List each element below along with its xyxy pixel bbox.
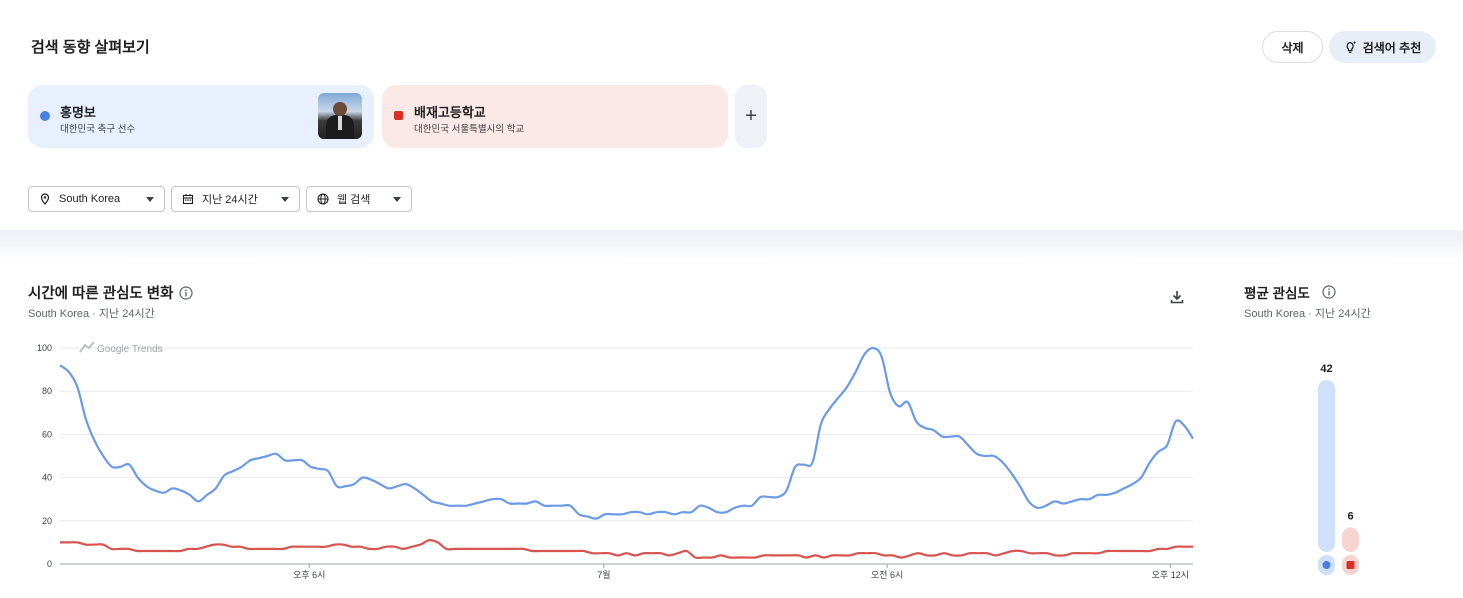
term-2-name: 배재고등학교 (414, 105, 486, 120)
average-interest-subtitle: South Korea · 지난 24시간 (1244, 308, 1371, 320)
section-divider (0, 230, 1463, 260)
term-2-description: 대한민국 서울특별시의 학교 (414, 124, 525, 135)
series-line-2 (59, 539, 1193, 560)
x-tick-label: 오후 12시 (1152, 570, 1189, 580)
location-pin-icon (40, 193, 50, 205)
search-term-card-2[interactable]: 배재고등학교 대한민국 서울특별시의 학교 (382, 85, 728, 148)
interest-over-time-title: 시간에 따른 관심도 변화 (28, 286, 174, 302)
chevron-down-icon (393, 196, 401, 202)
suggest-terms-button[interactable]: 검색어 추천 (1329, 31, 1436, 63)
download-icon[interactable] (1169, 289, 1185, 305)
calendar-icon (182, 194, 194, 205)
x-tick-label: 오전 6시 (871, 570, 903, 580)
trends-explore-page: 검색 동향 살펴보기 삭제 검색어 추천 홍명보 대한민국 축구 선수 배재고등… (0, 0, 1463, 598)
time-filter[interactable]: 지난 24시간 (171, 186, 300, 212)
info-icon[interactable] (1322, 285, 1336, 299)
term-2-marker (1346, 561, 1355, 569)
info-icon[interactable] (179, 286, 193, 300)
x-tick-label: 오후 6시 (293, 570, 325, 580)
interest-over-time-chart[interactable]: 0 20 40 60 80 100 Google Trends 오후 6시 7월 오전 6시 오… (0, 330, 1210, 598)
watermark-text: Google Trends (97, 344, 163, 355)
interest-over-time-subtitle: South Korea · 지난 24시간 (28, 308, 155, 320)
chevron-down-icon (281, 196, 289, 202)
average-interest-title: 평균 관심도 (1244, 286, 1310, 301)
search-term-card-1[interactable]: 홍명보 대한민국 축구 선수 (28, 85, 374, 148)
x-tick-label: 7월 (597, 569, 610, 580)
region-filter-label: South Korea (59, 193, 121, 205)
y-tick-label: 100 (37, 343, 52, 353)
y-tick-label: 80 (42, 386, 52, 396)
page-title: 검색 동향 살펴보기 (31, 39, 150, 56)
term-1-color-dot (40, 111, 50, 121)
average-value-label: 42 (1320, 363, 1332, 375)
average-bar-1 (1318, 380, 1335, 552)
term-1-description: 대한민국 축구 선수 (60, 124, 136, 135)
term-1-marker (1322, 561, 1331, 569)
delete-button[interactable]: 삭제 (1262, 31, 1323, 63)
sparkle-bulb-icon (1346, 40, 1356, 53)
search-type-filter[interactable]: 웹 검색 (306, 186, 412, 212)
time-filter-label: 지난 24시간 (202, 194, 258, 206)
y-tick-label: 60 (42, 429, 52, 439)
average-interest-bars: 42 6 (1318, 363, 1359, 575)
average-bar-2 (1342, 527, 1359, 552)
series-line-1 (59, 346, 1194, 520)
term-2-color-square (394, 111, 403, 120)
term-1-name: 홍명보 (60, 105, 96, 120)
region-filter[interactable]: South Korea (28, 186, 165, 212)
suggest-terms-label: 검색어 추천 (1362, 40, 1422, 55)
chevron-down-icon (146, 196, 154, 202)
add-term-button[interactable]: + (735, 85, 767, 148)
y-tick-label: 20 (42, 516, 52, 526)
search-type-filter-label: 웹 검색 (337, 194, 371, 206)
average-value-label: 6 (1347, 510, 1353, 522)
y-tick-label: 40 (42, 473, 52, 483)
globe-icon (317, 193, 329, 205)
term-1-thumbnail (318, 93, 362, 139)
y-tick-label: 0 (47, 559, 52, 569)
